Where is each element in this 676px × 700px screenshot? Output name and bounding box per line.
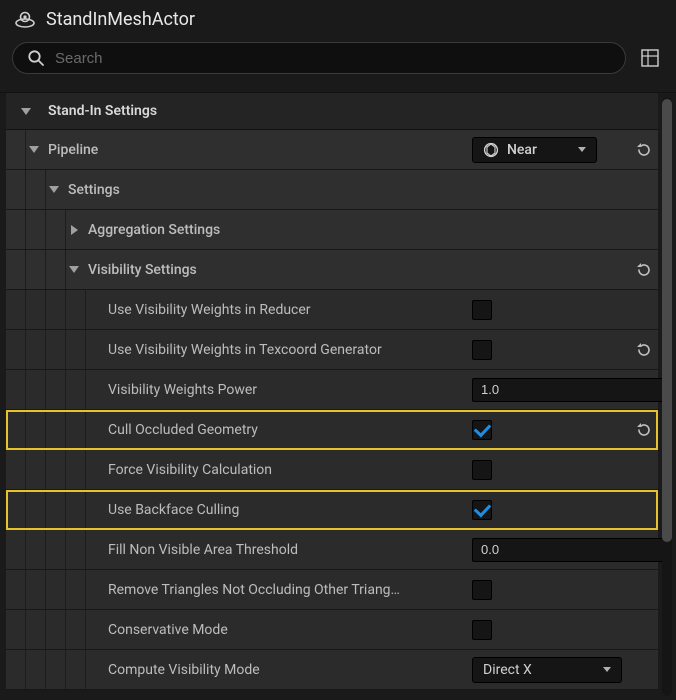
pipeline-icon	[483, 142, 499, 158]
indent	[6, 490, 86, 529]
enum-dropdown[interactable]: Direct X	[472, 657, 622, 683]
spacer	[86, 462, 102, 478]
chevron-down-icon	[26, 142, 42, 158]
scrollbar-thumb[interactable]	[662, 99, 672, 542]
dropdown-value: Near	[507, 142, 570, 158]
property-row: Force Visibility Calculation	[6, 450, 658, 490]
indent	[6, 330, 86, 369]
value-cell	[466, 620, 628, 640]
search-input[interactable]	[55, 50, 611, 67]
spacer	[86, 542, 102, 558]
indent	[6, 530, 86, 569]
spacer	[86, 422, 102, 438]
spacer	[86, 302, 102, 318]
property-label: Use Visibility Weights in Texcoord Gener…	[108, 342, 466, 358]
spacer	[86, 382, 102, 398]
reset-cell	[628, 341, 658, 359]
reset-button[interactable]	[634, 341, 652, 359]
chevron-down-icon	[18, 103, 34, 119]
checkbox[interactable]	[472, 580, 492, 600]
row-pipeline[interactable]: Pipeline Near	[6, 130, 658, 170]
property-label: Force Visibility Calculation	[108, 462, 466, 478]
property-row: Fill Non Visible Area Threshold	[6, 530, 658, 570]
checkbox[interactable]	[472, 340, 492, 360]
chevron-down-icon	[578, 147, 586, 152]
pipeline-dropdown[interactable]: Near	[472, 137, 597, 163]
chevron-down-icon	[66, 262, 82, 278]
property-label: Pipeline	[48, 142, 466, 158]
number-input[interactable]	[472, 378, 666, 402]
property-row: Use Visibility Weights in Reducer	[6, 290, 658, 330]
indent	[6, 570, 86, 609]
panel-header: StandInMeshActor	[0, 0, 676, 36]
property-label: Use Backface Culling	[108, 502, 466, 518]
chevron-down-icon	[46, 182, 62, 198]
property-row: Remove Triangles Not Occluding Other Tri…	[6, 570, 658, 610]
checkbox[interactable]	[472, 620, 492, 640]
checkbox[interactable]	[472, 420, 492, 440]
property-label: Conservative Mode	[108, 622, 466, 638]
spacer	[86, 342, 102, 358]
search-field-wrap[interactable]	[12, 42, 626, 74]
checkbox[interactable]	[472, 500, 492, 520]
property-label: Compute Visibility Mode	[108, 662, 466, 678]
property-label: Cull Occluded Geometry	[108, 422, 466, 438]
search-icon	[27, 49, 45, 67]
details-panel: Stand-In Settings Pipeline Near	[0, 92, 676, 700]
value-cell	[466, 420, 628, 440]
value-cell	[466, 340, 628, 360]
chevron-right-icon	[66, 222, 82, 238]
panel-title: StandInMeshActor	[46, 9, 195, 30]
indent	[6, 650, 86, 689]
property-label: Visibility Settings	[88, 262, 466, 278]
indent	[6, 370, 86, 409]
checkbox[interactable]	[472, 460, 492, 480]
scrollbar[interactable]	[662, 97, 672, 696]
property-row: Compute Visibility Mode Direct X	[6, 650, 658, 690]
reset-cell	[628, 421, 658, 439]
property-row: Visibility Weights Power	[6, 370, 658, 410]
spacer	[86, 622, 102, 638]
search-row	[0, 36, 676, 84]
row-aggregation-settings[interactable]: Aggregation Settings	[6, 210, 658, 250]
actor-icon	[14, 8, 36, 30]
value-cell	[466, 460, 628, 480]
value-cell	[466, 538, 628, 562]
property-row: Cull Occluded Geometry	[6, 410, 658, 450]
property-label: Remove Triangles Not Occluding Other Tri…	[108, 582, 466, 598]
indent	[6, 290, 86, 329]
section-title: Stand-In Settings	[48, 103, 157, 119]
property-row: Use Visibility Weights in Texcoord Gener…	[6, 330, 658, 370]
spacer	[86, 502, 102, 518]
row-visibility-settings[interactable]: Visibility Settings	[6, 250, 658, 290]
property-label: Settings	[68, 182, 466, 198]
reset-button[interactable]	[634, 141, 652, 159]
dropdown-value: Direct X	[483, 662, 595, 678]
reset-button[interactable]	[634, 421, 652, 439]
property-matrix-button[interactable]	[636, 44, 664, 72]
row-settings[interactable]: Settings	[6, 170, 658, 210]
value-cell	[466, 500, 628, 520]
spacer	[86, 662, 102, 678]
indent	[6, 410, 86, 449]
value-cell	[466, 300, 628, 320]
indent	[6, 450, 86, 489]
reset-button[interactable]	[634, 261, 652, 279]
indent	[6, 610, 86, 649]
property-label: Visibility Weights Power	[108, 382, 466, 398]
number-input[interactable]	[472, 538, 666, 562]
value-cell	[466, 378, 628, 402]
property-label: Fill Non Visible Area Threshold	[108, 542, 466, 558]
spacer	[86, 582, 102, 598]
value-cell: Direct X	[466, 657, 628, 683]
property-label: Aggregation Settings	[88, 222, 466, 238]
property-row: Conservative Mode	[6, 610, 658, 650]
value-cell	[466, 580, 628, 600]
checkbox[interactable]	[472, 300, 492, 320]
property-row: Use Backface Culling	[6, 490, 658, 530]
grid-icon	[640, 48, 660, 68]
section-standin-settings[interactable]: Stand-In Settings	[6, 93, 658, 130]
chevron-down-icon	[603, 667, 611, 672]
property-label: Use Visibility Weights in Reducer	[108, 302, 466, 318]
